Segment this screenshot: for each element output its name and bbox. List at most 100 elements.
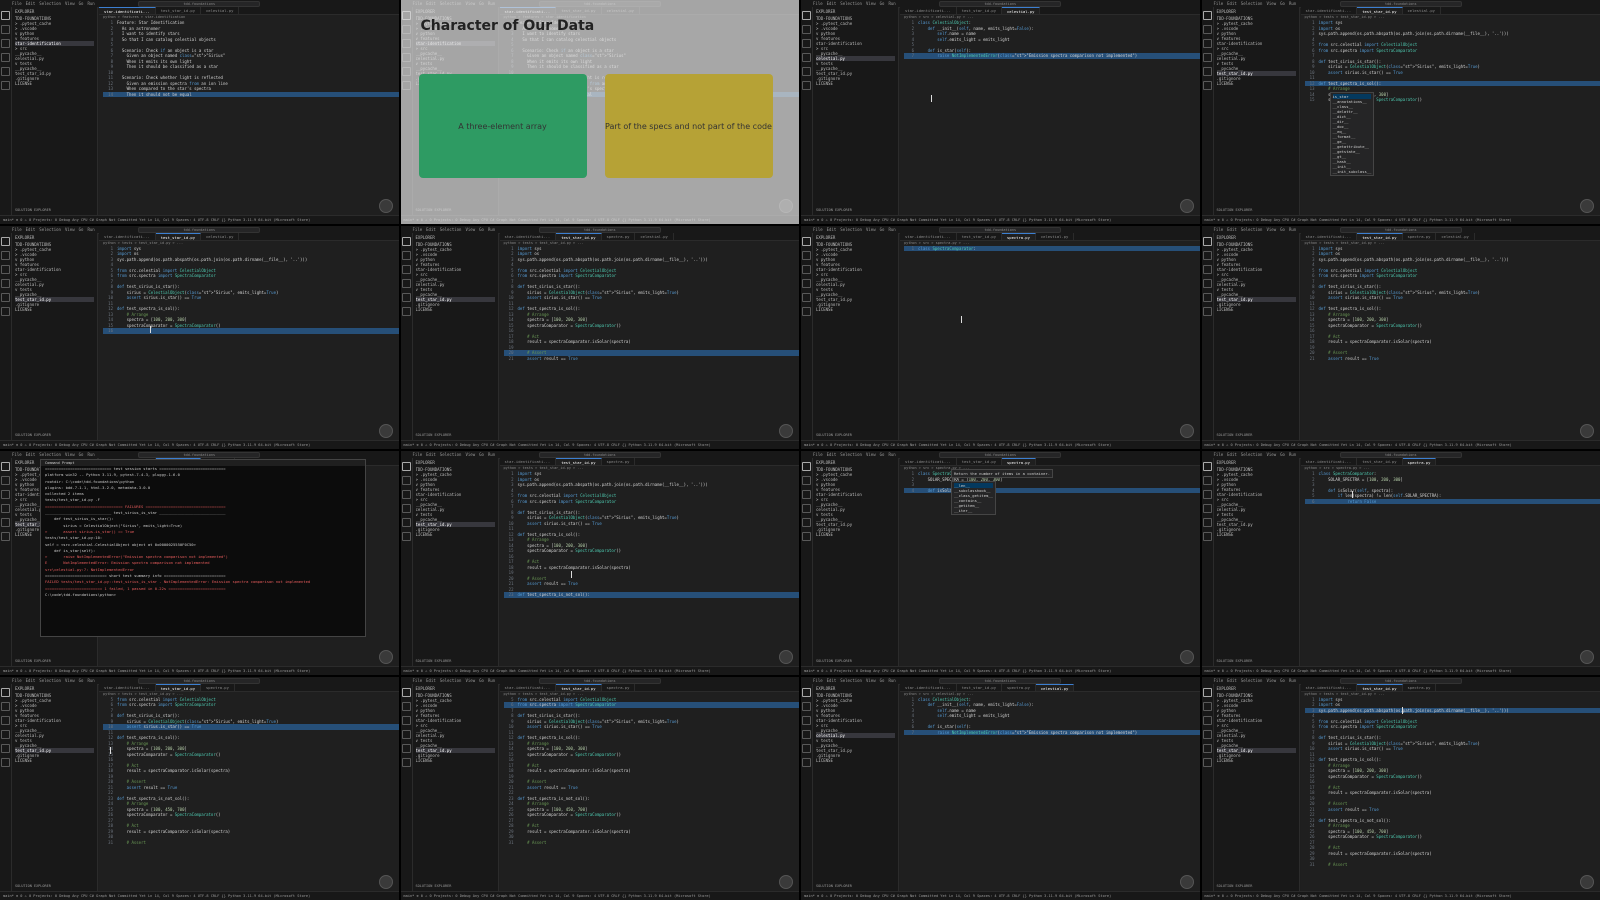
menu-edit[interactable]: Edit <box>26 678 36 683</box>
menu-go[interactable]: Go <box>880 452 885 457</box>
explorer-icon[interactable] <box>1 687 10 697</box>
extensions-icon[interactable] <box>1202 292 1212 302</box>
tree-item[interactable]: LICENSE <box>816 307 895 312</box>
explorer-icon[interactable] <box>802 687 811 697</box>
search-icon[interactable] <box>1202 476 1212 485</box>
extensions-icon[interactable] <box>401 292 411 302</box>
explorer-icon[interactable] <box>802 236 811 246</box>
menu-selection[interactable]: Selection <box>440 452 462 457</box>
run-debug-icon[interactable] <box>401 504 411 513</box>
menu-run[interactable]: Run <box>1289 1 1296 6</box>
testing-icon[interactable] <box>401 757 411 767</box>
search-icon[interactable] <box>1202 25 1212 34</box>
tree-item[interactable]: LICENSE <box>15 81 94 86</box>
extensions-icon[interactable] <box>1202 67 1212 76</box>
tab-test[interactable]: test_star_id.py <box>1357 683 1403 691</box>
menu-go[interactable]: Go <box>880 1 885 6</box>
code-editor[interactable]: 1 class CelestialObject: 2 def __init__(se… <box>900 697 1200 735</box>
tab-spectra[interactable]: spectra.py <box>1402 458 1437 465</box>
menu-view[interactable]: View <box>866 452 876 457</box>
code-editor[interactable]: 1import sys2import os3sys.path.append(os… <box>1301 246 1600 362</box>
menu-run[interactable]: Run <box>888 227 895 232</box>
tree-item[interactable]: LICENSE <box>1217 532 1296 537</box>
tab-spectra[interactable]: spectra.py <box>1002 458 1036 465</box>
tab-feature[interactable]: star-identificati... <box>1301 232 1358 240</box>
search-icon[interactable] <box>802 250 811 260</box>
tree-item[interactable]: LICENSE <box>416 532 495 537</box>
menu-edit[interactable]: Edit <box>426 678 436 683</box>
menu-run[interactable]: Run <box>87 452 94 457</box>
solution-explorer-header[interactable]: SOLUTION EXPLORER <box>15 208 51 212</box>
command-prompt-window[interactable]: Command Prompt ==========================… <box>40 459 366 637</box>
menu-view[interactable]: View <box>465 227 475 232</box>
run-debug-icon[interactable] <box>1 504 10 513</box>
source-control-icon[interactable] <box>1202 39 1212 48</box>
menu-selection[interactable]: Selection <box>840 227 862 232</box>
menu-file[interactable]: File <box>813 678 823 683</box>
tab-test[interactable]: test_star_id.py <box>155 683 202 691</box>
menu-view[interactable]: View <box>65 452 75 457</box>
tab-test[interactable]: test_star_id.py <box>1357 7 1403 14</box>
explorer-icon[interactable] <box>1202 11 1212 20</box>
menu-file[interactable]: File <box>1214 452 1224 457</box>
tab-feature[interactable]: star-identificati... <box>900 232 957 240</box>
code-editor[interactable]: 1 class SpectraComparator: <box>900 245 1200 251</box>
tab-celestial[interactable]: celestial.py <box>1436 232 1475 240</box>
menu-view[interactable]: View <box>866 1 876 6</box>
menu-selection[interactable]: Selection <box>840 452 862 457</box>
solution-explorer-header[interactable]: SOLUTION EXPLORER <box>1217 433 1253 437</box>
search-icon[interactable] <box>1202 701 1212 711</box>
menu-run[interactable]: Run <box>888 678 895 683</box>
tree-item[interactable]: LICENSE <box>816 758 895 763</box>
menu-view[interactable]: View <box>1266 1 1276 6</box>
search-icon[interactable] <box>802 701 811 711</box>
menu-file[interactable]: File <box>813 452 823 457</box>
autocomplete-popup[interactable]: __len__ __subclasshook__ __class_getitem__… <box>951 481 996 515</box>
run-debug-icon[interactable] <box>1 729 10 739</box>
menu-selection[interactable]: Selection <box>39 227 61 232</box>
solution-explorer-header[interactable]: SOLUTION EXPLORER <box>816 208 852 212</box>
menu-edit[interactable]: Edit <box>827 678 837 683</box>
tab-celestial[interactable]: celestial.py <box>1002 7 1041 14</box>
solution-explorer-header[interactable]: SOLUTION EXPLORER <box>1217 208 1253 212</box>
tab-feature[interactable]: star-identificati... <box>900 683 957 691</box>
solution-explorer-header[interactable]: SOLUTION EXPLORER <box>1217 884 1253 888</box>
run-debug-icon[interactable] <box>1202 53 1212 62</box>
menu-go[interactable]: Go <box>1280 452 1285 457</box>
explorer-icon[interactable] <box>401 687 411 697</box>
tab-spectra[interactable]: spectra.py <box>1403 232 1437 240</box>
menu-selection[interactable]: Selection <box>440 678 462 683</box>
menu-file[interactable]: File <box>12 1 22 6</box>
tab-test[interactable]: test_star_id.py <box>556 232 602 240</box>
extensions-icon[interactable] <box>802 67 811 76</box>
source-control-icon[interactable] <box>1 264 10 274</box>
menu-file[interactable]: File <box>413 227 423 232</box>
menu-edit[interactable]: Edit <box>426 452 436 457</box>
menu-go[interactable]: Go <box>79 1 84 6</box>
testing-icon[interactable] <box>1 532 10 541</box>
explorer-icon[interactable] <box>1202 236 1212 246</box>
code-editor[interactable]: 5 from src.celestial import CelestialObje… <box>99 697 399 846</box>
menu-run[interactable]: Run <box>87 678 94 683</box>
autocomplete-item[interactable]: __init_subclass__ <box>1333 169 1372 174</box>
menu-edit[interactable]: Edit <box>827 452 837 457</box>
menu-file[interactable]: File <box>413 452 423 457</box>
explorer-icon[interactable] <box>1202 687 1212 697</box>
menu-edit[interactable]: Edit <box>827 227 837 232</box>
menu-file[interactable]: File <box>1214 227 1224 232</box>
testing-icon[interactable] <box>1202 306 1212 316</box>
source-control-icon[interactable] <box>401 715 411 725</box>
tab-celestial[interactable]: celestial.py <box>1403 7 1441 14</box>
menu-view[interactable]: View <box>465 452 475 457</box>
menu-file[interactable]: File <box>813 227 823 232</box>
tab-feature[interactable]: star-identificati... <box>900 458 957 465</box>
menu-edit[interactable]: Edit <box>26 227 36 232</box>
menu-file[interactable]: File <box>12 678 22 683</box>
tab-spectra[interactable]: spectra.py <box>602 232 636 240</box>
tab-test[interactable]: test_star_id.py <box>1357 232 1403 240</box>
tab-test[interactable]: test_star_id.py <box>957 7 1003 14</box>
run-debug-icon[interactable] <box>802 729 811 739</box>
tab-spectra[interactable]: spectra.py <box>1002 232 1036 240</box>
tab-celestial[interactable]: celestial.py <box>1036 232 1075 240</box>
tab-spectra[interactable]: spectra.py <box>1403 683 1437 691</box>
